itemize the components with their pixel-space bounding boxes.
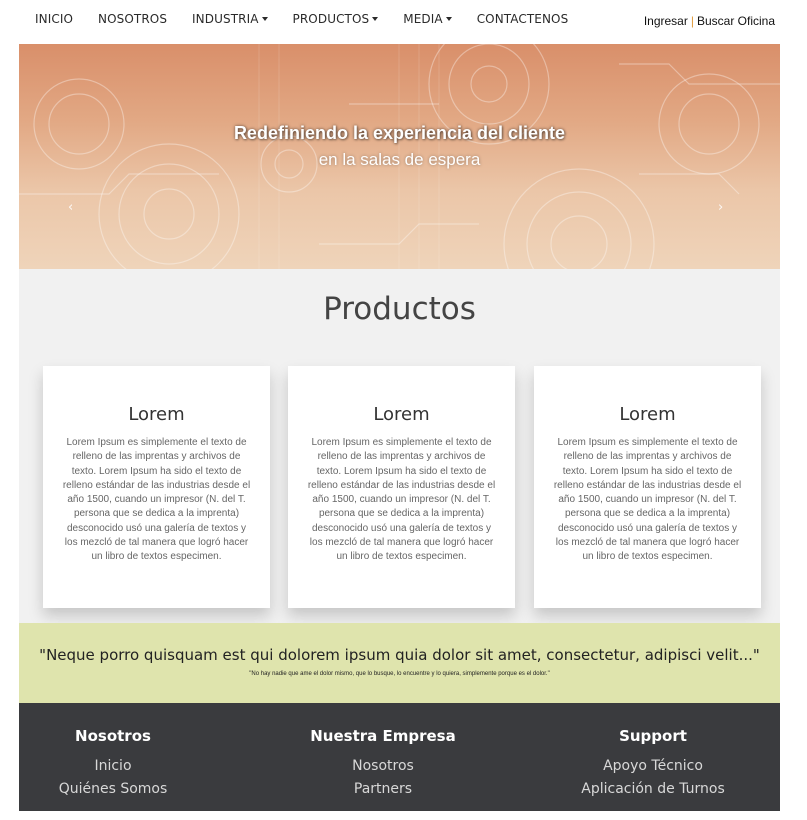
nav-item-industria[interactable]: INDUSTRIA: [192, 12, 268, 26]
card-title: Lorem: [128, 404, 185, 425]
main-menu: INICIO NOSOTROS INDUSTRIA PRODUCTOS MEDI…: [35, 12, 593, 26]
nav-item-label: NOSOTROS: [98, 12, 168, 26]
card-text: Lorem Ipsum es simplemente el texto de r…: [553, 437, 742, 563]
footer-column-empresa: Nuestra Empresa Nosotros Partners: [263, 727, 503, 801]
hero-title: Redefiniendo la experiencia del cliente: [233, 123, 566, 143]
card-title: Lorem: [373, 404, 430, 425]
footer-heading: Nosotros: [75, 727, 151, 745]
footer-link-turnos[interactable]: Aplicación de Turnos: [533, 778, 773, 801]
product-card: Lorem Lorem Ipsum es simplemente el text…: [534, 366, 761, 608]
nav-item-contactenos[interactable]: CONTACTENOS: [477, 12, 569, 26]
top-navbar: INICIO NOSOTROS INDUSTRIA PRODUCTOS MEDI…: [0, 0, 807, 44]
carousel-next-icon[interactable]: ›: [718, 200, 723, 215]
card-title: Lorem: [619, 404, 676, 425]
card-text: Lorem Ipsum es simplemente el texto de r…: [307, 437, 496, 563]
nav-item-productos[interactable]: PRODUCTOS: [293, 12, 379, 26]
caret-down-icon: [261, 17, 268, 21]
nav-item-nosotros[interactable]: NOSOTROS: [98, 12, 167, 26]
footer-link-inicio[interactable]: Inicio: [0, 755, 233, 778]
hero-carousel: Redefiniendo la experiencia del cliente …: [19, 44, 780, 269]
product-card: Lorem Lorem Ipsum es simplemente el text…: [43, 366, 270, 608]
account-links: Ingresar | Buscar Oficina: [644, 14, 775, 28]
footer-column-nosotros: Nosotros Inicio Quiénes Somos: [0, 727, 233, 801]
carousel-prev-icon[interactable]: ‹: [68, 200, 73, 215]
section-heading: Productos: [323, 291, 476, 327]
nav-item-label: INDUSTRIA: [192, 12, 259, 26]
footer-link-partners[interactable]: Partners: [263, 778, 503, 801]
nav-separator: |: [690, 14, 694, 28]
nav-item-label: PRODUCTOS: [292, 12, 370, 26]
footer-link-quienes-somos[interactable]: Quiénes Somos: [0, 778, 233, 801]
footer-column-support: Support Apoyo Técnico Aplicación de Turn…: [533, 727, 773, 801]
nav-item-label: CONTACTENOS: [476, 12, 569, 26]
quote-banner: "Neque porro quisquam est qui dolorem ip…: [19, 623, 780, 703]
nav-item-label: MEDIA: [403, 12, 443, 26]
quote-subtext: "No hay nadie que ame el dolor mismo, qu…: [249, 671, 550, 677]
footer: Nosotros Inicio Quiénes Somos Nuestra Em…: [19, 703, 780, 811]
nav-item-inicio[interactable]: INICIO: [35, 12, 73, 26]
find-office-link[interactable]: Buscar Oficina: [697, 14, 775, 28]
caret-down-icon: [372, 17, 379, 21]
product-card: Lorem Lorem Ipsum es simplemente el text…: [288, 366, 515, 608]
login-link[interactable]: Ingresar: [644, 14, 688, 28]
nav-item-media[interactable]: MEDIA: [403, 12, 452, 26]
footer-heading: Nuestra Empresa: [310, 727, 456, 745]
caret-down-icon: [445, 17, 452, 21]
footer-link-nosotros[interactable]: Nosotros: [263, 755, 503, 778]
footer-heading: Support: [619, 727, 687, 745]
products-section: Productos Lorem Lorem Ipsum es simplemen…: [19, 269, 780, 623]
hero-subtitle: en la salas de espera: [318, 150, 481, 169]
card-text: Lorem Ipsum es simplemente el texto de r…: [62, 437, 251, 563]
quote-text: "Neque porro quisquam est qui dolorem ip…: [39, 646, 760, 664]
nav-item-label: INICIO: [35, 12, 74, 26]
footer-link-apoyo-tecnico[interactable]: Apoyo Técnico: [533, 755, 773, 778]
